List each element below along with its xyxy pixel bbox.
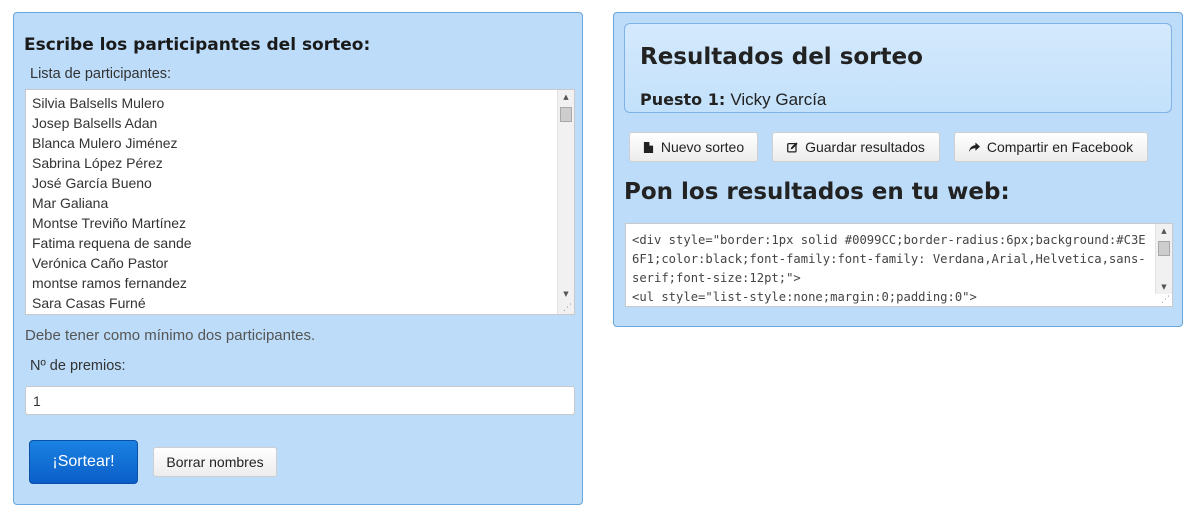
result-entry: Puesto 1: Vicky García [640, 90, 826, 110]
participant-item: Blanca Mulero Jiménez [32, 135, 178, 151]
draw-button[interactable]: ¡Sortear! [29, 440, 138, 484]
resize-grip-icon[interactable]: ⋰ [563, 304, 572, 313]
participants-panel: Escribe los participantes del sorteo: Li… [13, 12, 583, 505]
participant-item: Verónica Caño Pastor [32, 255, 169, 271]
participants-list-label: Lista de participantes: [30, 66, 172, 82]
new-draw-label: Nuevo sorteo [660, 139, 745, 155]
prizes-label: Nº de premios: [30, 358, 126, 374]
participant-item: Sara Casas Furné [32, 295, 146, 311]
embed-heading: Pon los resultados en tu web: [624, 179, 1010, 205]
share-facebook-label: Compartir en Facebook [986, 139, 1134, 155]
participant-item: montse ramos fernandez [32, 275, 187, 291]
new-draw-button[interactable]: Nuevo sorteo [629, 132, 758, 162]
participant-item: Mar Galiana [32, 195, 109, 211]
participants-textarea[interactable]: Silvia Balsells Mulero Josep Balsells Ada… [25, 89, 575, 315]
share-facebook-button[interactable]: Compartir en Facebook [954, 132, 1148, 162]
scroll-down-arrow-icon[interactable]: ▼ [1156, 280, 1172, 294]
clear-names-button[interactable]: Borrar nombres [153, 447, 277, 477]
edit-icon [787, 141, 798, 153]
file-icon [643, 141, 653, 153]
results-title: Resultados del sorteo [640, 44, 923, 70]
scroll-up-arrow-icon[interactable]: ▲ [1156, 224, 1172, 238]
result-place: Puesto 1: [640, 90, 726, 109]
resize-grip-icon[interactable]: ⋰ [1161, 296, 1170, 305]
participant-item: Josep Balsells Adan [32, 115, 158, 131]
participant-item: Silvia Balsells Mulero [32, 95, 165, 111]
prizes-input[interactable]: 1 [25, 386, 575, 415]
participants-scrollbar[interactable]: ▲ ▼ [557, 90, 574, 314]
result-name: Vicky García [730, 90, 827, 109]
scroll-up-arrow-icon[interactable]: ▲ [558, 90, 574, 104]
results-panel: Resultados del sorteo Puesto 1: Vicky Ga… [613, 12, 1183, 327]
participant-item: Sabrina López Pérez [32, 155, 163, 171]
results-box: Resultados del sorteo Puesto 1: Vicky Ga… [624, 23, 1172, 113]
save-results-label: Guardar resultados [805, 139, 925, 155]
save-results-button[interactable]: Guardar resultados [772, 132, 940, 162]
min-participants-warning: Debe tener como mínimo dos participantes… [25, 327, 316, 344]
participant-item: José García Bueno [32, 175, 152, 191]
share-icon [968, 141, 980, 152]
scrollbar-thumb[interactable] [560, 107, 572, 122]
embed-code-scrollbar[interactable]: ▲ ▼ [1155, 224, 1172, 294]
scroll-down-arrow-icon[interactable]: ▼ [558, 287, 574, 301]
participants-list: Silvia Balsells Mulero Josep Balsells Ada… [26, 90, 574, 313]
participant-item: Fatima requena de sande [32, 235, 192, 251]
clear-names-label: Borrar nombres [166, 454, 264, 470]
participant-item: Montse Treviño Martínez [32, 215, 187, 231]
participants-heading: Escribe los participantes del sorteo: [24, 35, 371, 55]
embed-code-textarea[interactable]: <div style="border:1px solid #0099CC;bor… [625, 223, 1173, 307]
embed-code: <div style="border:1px solid #0099CC;bor… [632, 233, 1146, 304]
scrollbar-thumb[interactable] [1158, 241, 1170, 256]
